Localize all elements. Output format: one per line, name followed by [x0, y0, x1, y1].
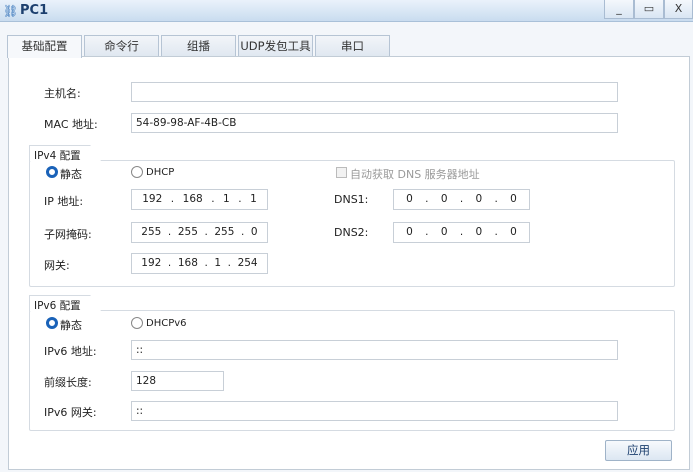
- ipv6-gateway-input[interactable]: ::: [131, 401, 618, 421]
- mac-input[interactable]: 54-89-98-AF-4B-CB: [131, 113, 618, 133]
- dns1-label: DNS1:: [334, 193, 369, 206]
- octet: 0: [406, 193, 413, 205]
- gateway-label: 网关:: [44, 259, 70, 272]
- ipv4-dhcp-label: DHCP: [146, 167, 175, 178]
- octet: 255: [177, 226, 198, 238]
- octet: 192: [142, 193, 163, 205]
- dns2-label: DNS2:: [334, 226, 369, 239]
- tab-command-line[interactable]: 命令行: [84, 35, 159, 57]
- octet: 0: [406, 226, 413, 238]
- window-title: PC1: [20, 3, 49, 18]
- ipv6-gateway-label: IPv6 网关:: [44, 406, 97, 419]
- ipv6-static-label: 静态: [60, 319, 82, 332]
- apply-button[interactable]: 应用: [605, 440, 672, 461]
- dns2-input[interactable]: 0.0.0.0: [393, 222, 530, 243]
- octet: 192: [141, 257, 162, 269]
- octet: 1: [250, 193, 257, 205]
- octet: 0: [510, 226, 517, 238]
- octet: 1: [223, 193, 230, 205]
- ipv6-dhcp-radio[interactable]: [131, 317, 143, 329]
- octet: 0: [440, 226, 448, 238]
- ipv4-dhcp-radio[interactable]: [131, 166, 143, 178]
- mask-label: 子网掩码:: [44, 228, 92, 241]
- prefix-length-label: 前缀长度:: [44, 376, 92, 389]
- minimize-button[interactable]: _: [604, 0, 634, 19]
- ipv6-group-title: IPv6 配置: [29, 295, 101, 311]
- tab-multicast[interactable]: 组播: [161, 35, 236, 57]
- tab-basic-config[interactable]: 基础配置: [7, 35, 82, 58]
- gateway-input[interactable]: 192. 168. 1. 254: [131, 253, 268, 274]
- octet: 254: [237, 257, 258, 269]
- ipv4-static-label: 静态: [60, 168, 82, 181]
- octet: 255: [141, 226, 162, 238]
- ipv6-address-input[interactable]: ::: [131, 340, 618, 360]
- mac-label: MAC 地址:: [44, 118, 98, 131]
- close-button[interactable]: X: [664, 0, 693, 19]
- ip-address-input[interactable]: 192. 168. 1. 1: [131, 189, 268, 210]
- octet: 255: [214, 226, 235, 238]
- dns1-input[interactable]: 0.0.0.0: [393, 189, 530, 210]
- title-bar: [0, 0, 693, 22]
- ip-label: IP 地址:: [44, 195, 84, 208]
- octet: 168: [177, 257, 198, 269]
- octet: 0: [475, 226, 483, 238]
- octet: 168: [182, 193, 203, 205]
- tab-udp-tool[interactable]: UDP发包工具: [238, 35, 313, 57]
- subnet-mask-input[interactable]: 255. 255. 255. 0: [131, 222, 268, 243]
- ipv6-static-radio[interactable]: [46, 317, 58, 329]
- hostname-input[interactable]: [131, 82, 618, 102]
- octet: 0: [440, 193, 448, 205]
- ipv4-static-radio[interactable]: [46, 166, 58, 178]
- prefix-length-input[interactable]: 128: [131, 371, 224, 391]
- octet: 0: [250, 226, 258, 238]
- ipv4-group-title: IPv4 配置: [29, 145, 101, 161]
- pc-icon: ⛓: [3, 4, 19, 18]
- auto-dns-label: 自动获取 DNS 服务器地址: [350, 168, 480, 181]
- auto-dns-checkbox[interactable]: [336, 167, 347, 178]
- ipv6-dhcp-label: DHCPv6: [146, 318, 187, 329]
- maximize-button[interactable]: ▭: [634, 0, 664, 19]
- octet: 0: [475, 193, 483, 205]
- ipv6-address-label: IPv6 地址:: [44, 345, 97, 358]
- tab-serial[interactable]: 串口: [315, 35, 390, 57]
- hostname-label: 主机名:: [44, 87, 81, 100]
- octet: 1: [214, 257, 222, 269]
- octet: 0: [510, 193, 517, 205]
